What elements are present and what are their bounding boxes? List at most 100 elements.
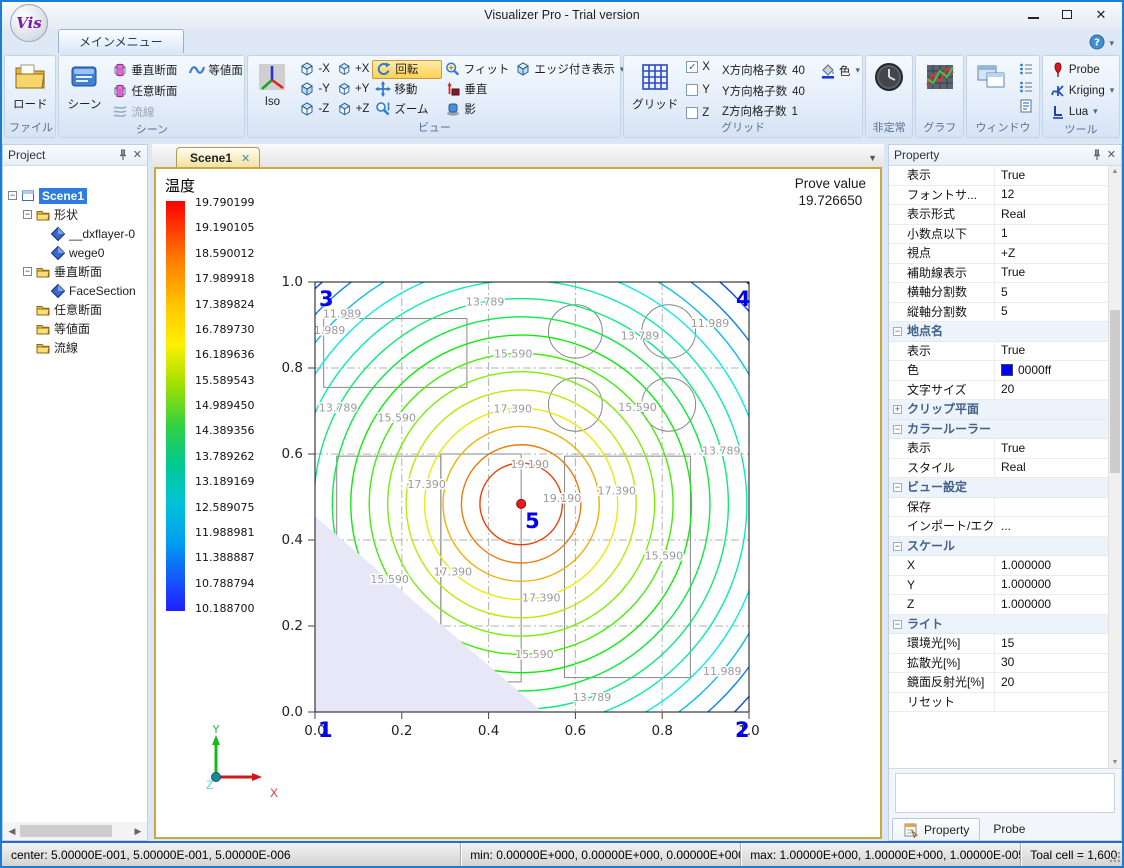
property-value[interactable]: True — [995, 342, 1108, 361]
tree-expand-icon[interactable]: − — [23, 267, 32, 276]
tree-item-等値面[interactable]: 等値面 — [3, 319, 147, 338]
probe-button[interactable]: Probe — [1047, 60, 1117, 79]
scroll-right-icon[interactable]: ▶ — [130, 826, 146, 837]
tree-item-流線[interactable]: 流線 — [3, 338, 147, 357]
tree-item-FaceSection[interactable]: FaceSection — [3, 281, 147, 300]
property-value[interactable]: 1.000000 — [995, 576, 1108, 595]
group-expand-icon[interactable]: − — [893, 483, 902, 492]
property-value[interactable]: +Z — [995, 244, 1108, 263]
zoom-button[interactable]: ズーム — [372, 100, 442, 119]
property-row-インポート/エクスポ...[interactable]: インポート/エクスポ...... — [889, 517, 1108, 537]
property-row-視点[interactable]: 視点+Z — [889, 244, 1108, 264]
tree-item-Scene1[interactable]: −Scene1 — [3, 186, 147, 205]
property-row-補助線表示[interactable]: 補助線表示True — [889, 264, 1108, 284]
tree-item-任意断面[interactable]: 任意断面 — [3, 300, 147, 319]
property-value[interactable]: 12 — [995, 186, 1108, 205]
isosurface-button[interactable]: 等値面 — [186, 60, 246, 79]
rotate-button[interactable]: 回転 — [372, 60, 442, 79]
tree-expand-icon[interactable]: − — [23, 210, 32, 219]
arbitrary-section-button[interactable]: 任意断面 — [109, 81, 246, 100]
property-row-表示[interactable]: 表示True — [889, 342, 1108, 362]
y-grid-count[interactable]: Y方向格子数40 — [722, 83, 805, 99]
edge-display-button[interactable]: エッジ付き表示 — [512, 60, 627, 79]
app-logo-icon[interactable]: Vis — [10, 4, 48, 42]
move-button[interactable]: 移動 — [372, 80, 442, 99]
scene-button[interactable]: シーン — [63, 59, 105, 114]
view-minus-x-button[interactable]: -X — [296, 60, 334, 79]
property-value[interactable]: 1.000000 — [995, 556, 1108, 575]
window-layout-button[interactable] — [971, 59, 1011, 95]
view-plus-x-button[interactable]: +X — [334, 60, 372, 79]
window-doc-button[interactable] — [1015, 97, 1037, 115]
scroll-left-icon[interactable]: ◀ — [4, 826, 20, 837]
view-minus-y-button[interactable]: -Y — [296, 80, 334, 99]
scroll-thumb[interactable] — [1110, 310, 1120, 473]
property-scrollbar[interactable]: ▲ ▼ — [1108, 166, 1121, 768]
grid-color-button[interactable]: 色 — [817, 61, 863, 80]
tab-list-dropdown-icon[interactable]: ▼ — [868, 153, 877, 163]
property-value[interactable]: Real — [995, 205, 1108, 224]
property-row-鏡面反射光[%][interactable]: 鏡面反射光[%]20 — [889, 673, 1108, 693]
grid-z-checkbox[interactable]: Z — [686, 107, 710, 119]
grid-y-checkbox[interactable]: Y — [686, 84, 710, 96]
tree-item-形状[interactable]: −形状 — [3, 205, 147, 224]
project-hscrollbar[interactable]: ◀ ▶ — [4, 823, 146, 839]
property-value[interactable]: True — [995, 439, 1108, 458]
group-expand-icon[interactable]: − — [893, 542, 902, 551]
help-icon[interactable]: ? — [1089, 34, 1105, 50]
view-plus-y-button[interactable]: +Y — [334, 80, 372, 99]
property-row-表示[interactable]: 表示True — [889, 439, 1108, 459]
x-grid-count[interactable]: X方向格子数40 — [722, 62, 805, 78]
unsteady-button[interactable] — [869, 59, 909, 95]
close-button[interactable]: ✕ — [1084, 2, 1118, 26]
property-row-色[interactable]: 色0000ff — [889, 361, 1108, 381]
tree-expand-icon[interactable]: − — [8, 191, 17, 200]
property-row-小数点以下[interactable]: 小数点以下1 — [889, 225, 1108, 245]
window-list-button-2[interactable] — [1015, 78, 1037, 96]
grid-button[interactable]: グリッド — [628, 59, 682, 114]
property-value[interactable]: Real — [995, 459, 1108, 478]
scroll-up-icon[interactable]: ▲ — [1109, 168, 1121, 175]
iso-view-button[interactable]: Iso — [252, 59, 292, 110]
property-value[interactable]: ... — [995, 517, 1108, 536]
minimize-button[interactable] — [1016, 2, 1050, 26]
property-row-拡散光[%][interactable]: 拡散光[%]30 — [889, 654, 1108, 674]
property-row-スタイル[interactable]: スタイルReal — [889, 459, 1108, 479]
view-minus-z-button[interactable]: -Z — [296, 100, 334, 119]
lua-button[interactable]: Lua — [1047, 102, 1117, 121]
fit-button[interactable]: フィット — [442, 60, 512, 79]
contour-plot[interactable]: 19.19019.19017.39017.39017.39017.39017.3… — [256, 264, 776, 764]
vertical-section-button[interactable]: 垂直断面 — [109, 60, 180, 79]
resize-grip[interactable] — [1108, 852, 1120, 864]
streamline-button[interactable]: 流線 — [109, 102, 246, 121]
maximize-button[interactable] — [1050, 2, 1084, 26]
property-group-カラールーラー[interactable]: −カラールーラー — [889, 420, 1108, 440]
property-row-表示[interactable]: 表示True — [889, 166, 1108, 186]
scene-viewport[interactable]: 温度 Prove value 19.726650 19.79019919.190… — [154, 167, 882, 839]
property-value[interactable] — [995, 498, 1108, 517]
scene-tab-close-icon[interactable]: ✕ — [241, 152, 250, 165]
vertical-view-button[interactable]: 垂直 — [442, 80, 512, 99]
property-row-縦軸分割数[interactable]: 縦軸分割数5 — [889, 303, 1108, 323]
pin-icon[interactable] — [117, 149, 129, 161]
pin-icon[interactable] — [1091, 149, 1103, 161]
property-row-表示形式[interactable]: 表示形式Real — [889, 205, 1108, 225]
scene-tab[interactable]: Scene1 ✕ — [176, 147, 260, 167]
property-value[interactable]: 30 — [995, 654, 1108, 673]
tree-item-__dxflayer-0[interactable]: __dxflayer-0 — [3, 224, 147, 243]
z-grid-count[interactable]: Z方向格子数1 — [722, 103, 805, 119]
project-close-icon[interactable]: ✕ — [133, 150, 142, 161]
property-value[interactable]: 20 — [995, 381, 1108, 400]
tree-item-垂直断面[interactable]: −垂直断面 — [3, 262, 147, 281]
property-value[interactable]: 5 — [995, 283, 1108, 302]
property-row-フォントサ...[interactable]: フォントサ...12 — [889, 186, 1108, 206]
property-row-X[interactable]: X1.000000 — [889, 556, 1108, 576]
tab-probe[interactable]: Probe — [983, 818, 1035, 840]
tab-main-menu[interactable]: メインメニュー — [58, 29, 184, 53]
view-plus-z-button[interactable]: +Z — [334, 100, 372, 119]
property-value[interactable]: 1.000000 — [995, 595, 1108, 614]
property-value[interactable]: 0000ff — [995, 361, 1108, 380]
property-value[interactable]: True — [995, 264, 1108, 283]
property-row-文字サイズ[interactable]: 文字サイズ20 — [889, 381, 1108, 401]
property-row-Y[interactable]: Y1.000000 — [889, 576, 1108, 596]
